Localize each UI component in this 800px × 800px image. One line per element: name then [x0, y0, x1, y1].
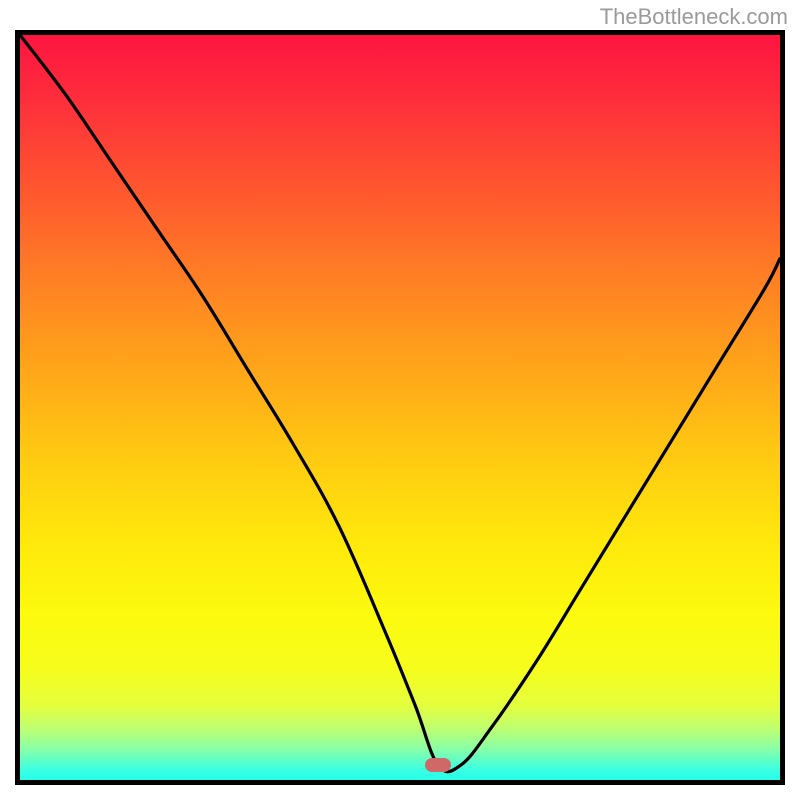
- minimum-marker: [425, 758, 451, 772]
- plot-area: [15, 30, 785, 785]
- chart-container: TheBottleneck.com: [0, 0, 800, 800]
- curve-path: [20, 35, 780, 772]
- bottleneck-curve: [20, 35, 780, 780]
- watermark-text: TheBottleneck.com: [600, 4, 788, 30]
